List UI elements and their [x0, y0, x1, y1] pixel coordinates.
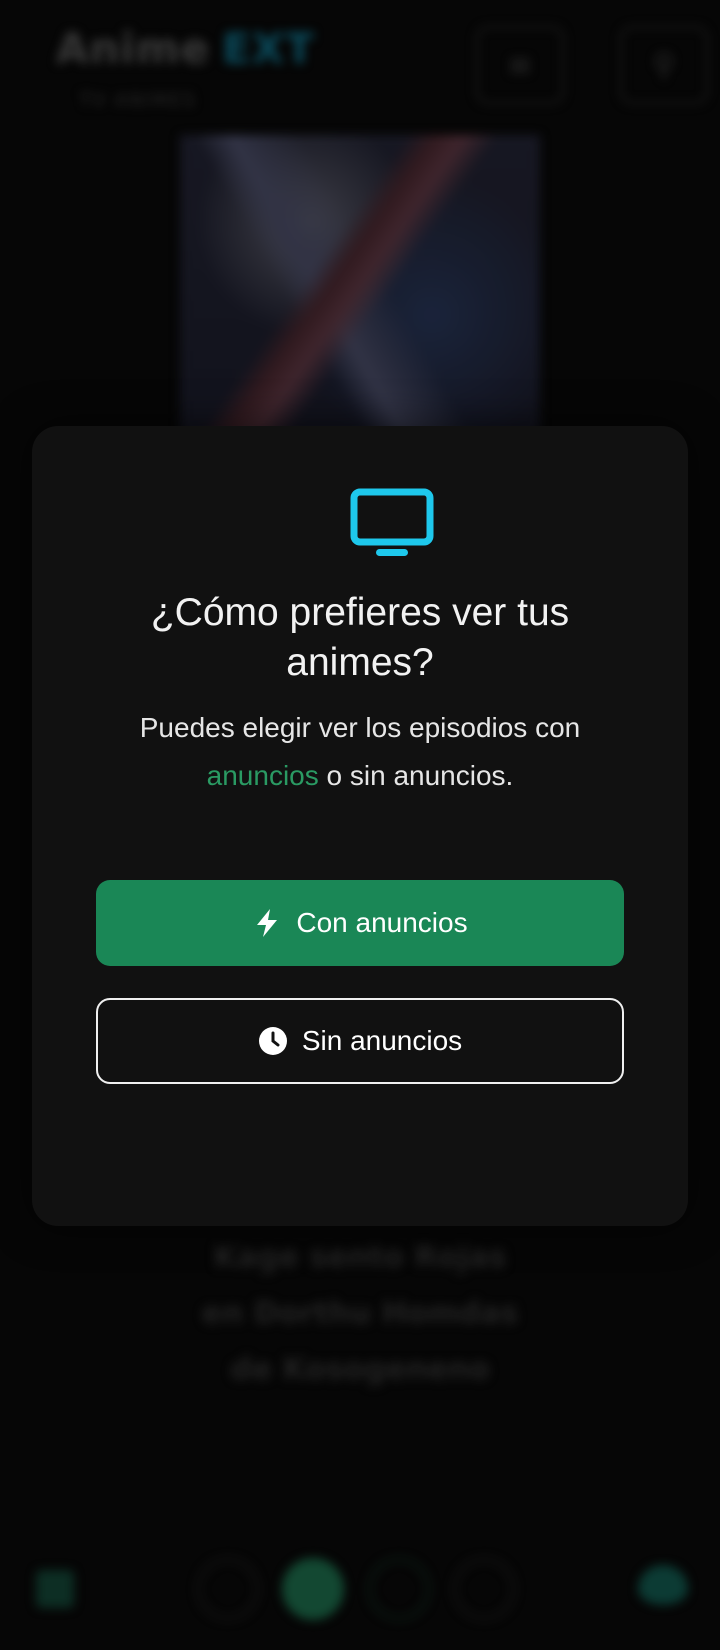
search-button[interactable]: ⚲ — [620, 26, 708, 104]
play-icon[interactable] — [282, 1558, 344, 1620]
anime-poster[interactable] — [180, 135, 540, 435]
logo-subtitle: TV ANIMES — [80, 90, 197, 111]
description-highlight: anuncios — [206, 760, 319, 791]
without-ads-button[interactable]: Sin anuncios — [96, 998, 624, 1084]
logo-main: Anime — [56, 24, 211, 73]
bolt-icon — [252, 908, 282, 938]
nav-circle-icon[interactable] — [197, 1558, 259, 1620]
description-text: Puedes elegir ver los episodios con — [139, 712, 581, 743]
dialog-description: Puedes elegir ver los episodios con anun… — [60, 704, 660, 800]
description-text-end: o sin anuncios. — [318, 760, 514, 791]
app-header: Anime EXT TV ANIMES ≡ ⚲ — [0, 0, 720, 130]
tv-icon — [350, 488, 434, 558]
logo-accent: EXT — [222, 24, 315, 73]
anime-title: Kage sento Rojas en Dorthu Homdas de Kos… — [180, 1230, 540, 1398]
app-logo: Anime EXT — [56, 24, 315, 73]
search-icon: ⚲ — [653, 47, 675, 83]
nav-circle-icon[interactable] — [368, 1558, 430, 1620]
page: Anime EXT TV ANIMES ≡ ⚲ Kage sento Rojas … — [0, 0, 720, 1650]
menu-icon: ≡ — [507, 47, 533, 83]
nav-circle-icon[interactable] — [453, 1558, 515, 1620]
with-ads-label: Con anuncios — [296, 907, 468, 938]
anime-title-line: de Kosogeneno — [230, 1352, 490, 1387]
dialog-title: ¿Cómo prefieres ver tus animes? — [150, 591, 570, 684]
bottom-navigation — [0, 1555, 720, 1625]
anime-title-line: Kage sento Rojas — [213, 1240, 507, 1275]
anime-title-line: en Dorthu Homdas — [201, 1296, 519, 1331]
heart-icon[interactable] — [638, 1565, 688, 1605]
clock-icon — [258, 1026, 288, 1056]
without-ads-label: Sin anuncios — [301, 1025, 463, 1056]
with-ads-button[interactable]: Con anuncios — [96, 880, 624, 966]
home-icon[interactable] — [36, 1570, 74, 1608]
ad-preference-dialog: ¿Cómo prefieres ver tus animes? Puedes e… — [32, 426, 688, 1226]
menu-button[interactable]: ≡ — [476, 26, 564, 104]
